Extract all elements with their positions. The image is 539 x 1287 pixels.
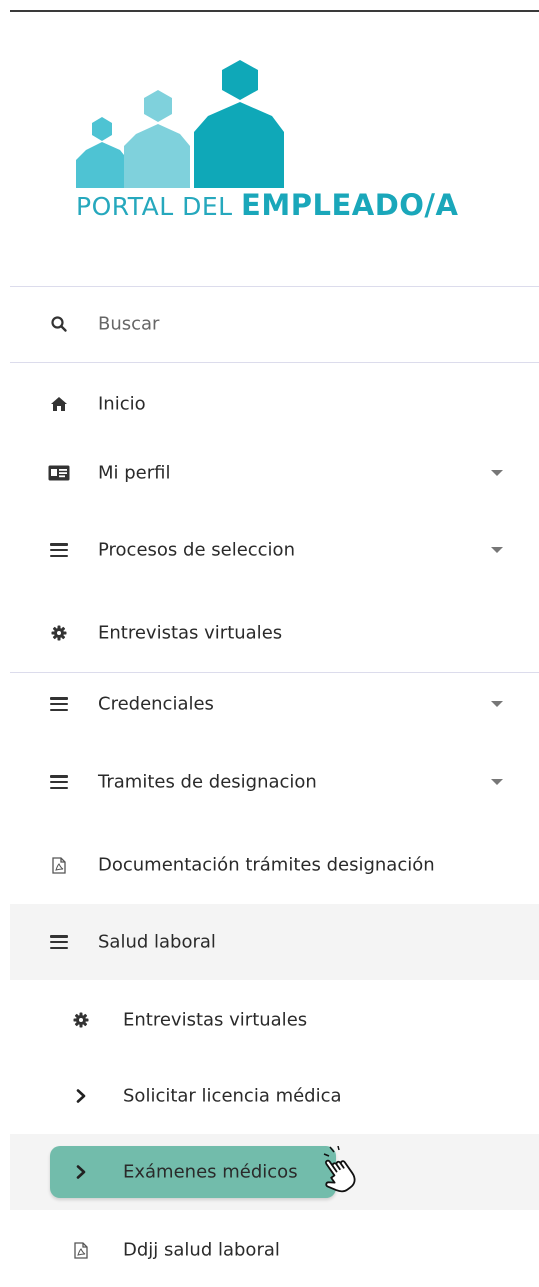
menu-icon [48,693,70,715]
menu-item-label: Salud laboral [98,931,216,953]
menu-icon [48,539,70,561]
menu-item-credenciales[interactable]: Credenciales [10,674,539,734]
submenu-item-solicitar-licencia-medica[interactable]: Solicitar licencia médica [10,1066,539,1126]
chevron-down-icon[interactable] [491,470,503,476]
id-card-icon [48,462,70,484]
menu-item-mi-perfil[interactable]: Mi perfil [10,443,539,503]
menu-item-procesos-de-seleccion[interactable]: Procesos de seleccion [10,520,539,580]
submenu-item-label: Exámenes médicos [123,1161,298,1183]
chevron-down-icon[interactable] [491,779,503,785]
menu-item-salud-laboral[interactable]: Salud laboral [10,904,539,980]
top-border [10,10,539,12]
menu-item-tramites-de-designacion[interactable]: Tramites de designacion [10,752,539,812]
chevron-down-icon[interactable] [491,701,503,707]
submenu-item-ddjj-salud-laboral[interactable]: Ddjj salud laboral [10,1220,539,1280]
gear-icon [70,1009,92,1031]
gear-icon [48,622,70,644]
divider [10,362,539,363]
menu-icon [48,771,70,793]
chevron-down-icon[interactable] [491,547,503,553]
home-icon [48,393,70,415]
search-label: Buscar [98,313,160,335]
menu-item-label: Entrevistas virtuales [98,622,283,644]
menu-item-label: Mi perfil [98,462,171,484]
menu-item-entrevistas-virtuales[interactable]: Entrevistas virtuales [10,603,539,663]
menu-item-label: Credenciales [98,693,214,715]
portal-title-light: PORTAL DEL [76,192,242,221]
chevron-right-icon [70,1085,92,1107]
portal-title-bold: EMPLEADO/A [241,188,459,222]
portal-title: PORTAL DEL EMPLEADO/A [76,188,458,222]
menu-item-documentacion-tramites[interactable]: Documentación trámites designación [10,835,539,895]
submenu-item-examenes-medicos[interactable]: Exámenes médicos [10,1134,539,1210]
search-item[interactable]: Buscar [10,294,539,354]
pdf-icon [48,854,70,876]
menu-item-label: Tramites de designacion [98,771,317,793]
menu-icon [48,931,70,953]
chevron-right-icon [70,1161,92,1183]
menu-item-inicio[interactable]: Inicio [10,374,539,434]
portal-logo[interactable]: PORTAL DEL EMPLEADO/A [70,60,500,230]
menu-item-label: Inicio [98,393,146,415]
hand-pointer-cursor-icon [316,1145,376,1196]
divider [10,672,539,673]
submenu-item-entrevistas-virtuales[interactable]: Entrevistas virtuales [10,990,539,1050]
submenu-item-label: Entrevistas virtuales [123,1009,308,1031]
search-icon [48,313,70,335]
submenu-item-label: Ddjj salud laboral [123,1239,280,1261]
people-logo-icon [76,60,284,188]
pdf-icon [70,1239,92,1261]
divider [10,286,539,287]
submenu-item-label: Solicitar licencia médica [123,1085,342,1107]
menu-item-label: Documentación trámites designación [98,854,435,876]
menu-item-label: Procesos de seleccion [98,539,295,561]
